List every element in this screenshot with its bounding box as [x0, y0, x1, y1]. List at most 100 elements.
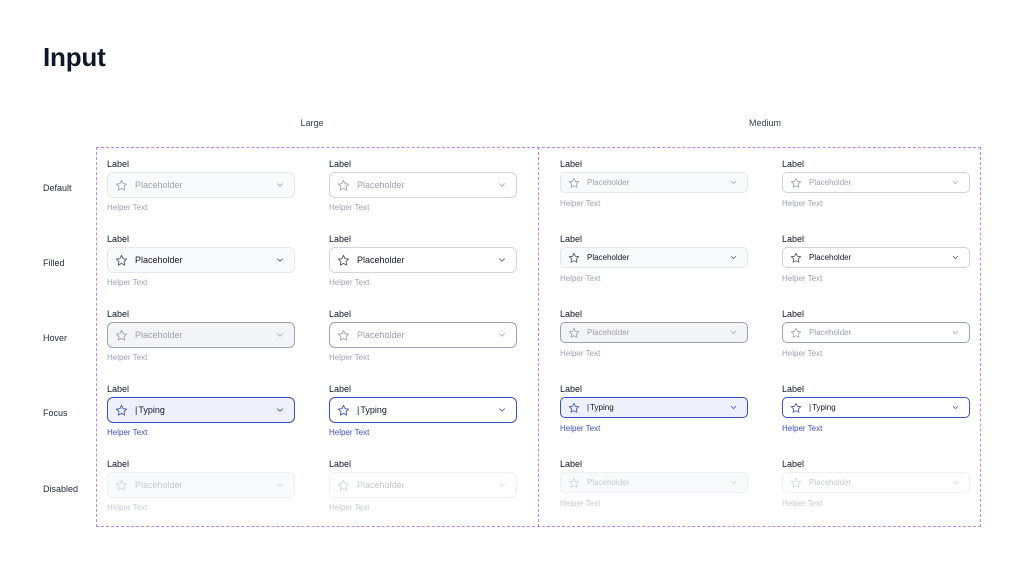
- row-label-disabled: Disabled: [43, 484, 79, 494]
- input-box[interactable]: Placeholder: [782, 322, 970, 343]
- input-box[interactable]: Typing: [782, 397, 970, 418]
- helper-text: Helper Text: [560, 424, 601, 433]
- field-label: Label: [329, 459, 352, 469]
- field-label: Label: [560, 309, 583, 319]
- input-box[interactable]: Placeholder: [560, 322, 748, 343]
- row-label-hover: Hover: [43, 333, 68, 343]
- field-label: Label: [329, 309, 352, 319]
- field-label: Label: [782, 309, 805, 319]
- chevron-down-icon[interactable]: [729, 403, 738, 412]
- chevron-down-icon[interactable]: [497, 405, 507, 415]
- field-label: Label: [560, 459, 583, 469]
- input-box[interactable]: Placeholder: [329, 172, 517, 198]
- chevron-down-icon[interactable]: [951, 403, 960, 412]
- helper-text: Helper Text: [782, 274, 823, 283]
- chevron-down-icon[interactable]: [951, 253, 960, 262]
- row-label-filled: Filled: [43, 258, 65, 268]
- input-value: Placeholder: [587, 478, 630, 487]
- input-box: Placeholder: [782, 472, 970, 493]
- helper-text: Helper Text: [782, 424, 823, 433]
- input-value: Placeholder: [135, 255, 183, 265]
- input-box[interactable]: Typing: [329, 397, 517, 423]
- column-header-large: Large: [300, 118, 324, 128]
- input-value: Typing: [357, 405, 497, 415]
- field-label: Label: [560, 234, 583, 244]
- input-box[interactable]: Typing: [107, 397, 295, 423]
- chevron-down-icon[interactable]: [951, 328, 960, 337]
- star-icon: [115, 179, 128, 191]
- input-box[interactable]: Placeholder: [560, 172, 748, 193]
- helper-text: Helper Text: [782, 499, 823, 508]
- star-icon: [790, 327, 802, 338]
- helper-text: Helper Text: [107, 353, 148, 362]
- star-icon: [790, 177, 802, 188]
- input-box[interactable]: Placeholder: [782, 172, 970, 193]
- input-box[interactable]: Placeholder: [107, 247, 295, 273]
- star-icon: [568, 402, 580, 413]
- page-title: Input: [43, 42, 106, 72]
- input-value: Placeholder: [357, 255, 405, 265]
- chevron-down-icon[interactable]: [497, 330, 507, 340]
- helper-text: Helper Text: [329, 503, 370, 512]
- star-icon: [568, 177, 580, 188]
- input-box[interactable]: Placeholder: [329, 322, 517, 348]
- field-label: Label: [107, 234, 130, 244]
- helper-text: Helper Text: [560, 199, 601, 208]
- input-value: Placeholder: [809, 253, 852, 262]
- star-icon: [337, 404, 350, 416]
- chevron-down-icon: [499, 483, 505, 487]
- field-label: Label: [782, 234, 805, 244]
- star-icon: [568, 327, 580, 338]
- input-box[interactable]: Placeholder: [107, 322, 295, 348]
- field-label: Label: [782, 159, 805, 169]
- input-box[interactable]: Placeholder: [329, 247, 517, 273]
- star-icon: [337, 479, 350, 491]
- helper-text: Helper Text: [329, 428, 370, 437]
- chevron-down-icon: [277, 483, 283, 487]
- star-icon: [568, 252, 580, 263]
- chevron-down-icon: [730, 481, 737, 484]
- chevron-down-icon[interactable]: [729, 328, 738, 337]
- helper-text: Helper Text: [560, 349, 601, 358]
- input-value: Placeholder: [587, 178, 630, 187]
- field-label: Label: [107, 459, 130, 469]
- star-icon: [790, 477, 802, 488]
- helper-text: Helper Text: [560, 499, 601, 508]
- input-value: Placeholder: [809, 328, 852, 337]
- input-value: Placeholder: [357, 480, 405, 490]
- input-box[interactable]: Placeholder: [782, 247, 970, 268]
- input-value: Typing: [135, 405, 275, 415]
- input-box[interactable]: Typing: [560, 397, 748, 418]
- star-icon: [790, 402, 802, 413]
- field-label: Label: [329, 159, 352, 169]
- input-value: Placeholder: [135, 480, 183, 490]
- chevron-down-icon[interactable]: [729, 178, 738, 187]
- chevron-down-icon[interactable]: [951, 178, 960, 187]
- star-icon: [115, 254, 128, 266]
- chevron-down-icon[interactable]: [275, 255, 285, 265]
- chevron-down-icon[interactable]: [275, 405, 285, 415]
- field-label: Label: [782, 384, 805, 394]
- helper-text: Helper Text: [107, 503, 148, 512]
- field-label: Label: [107, 309, 130, 319]
- star-icon: [790, 252, 802, 263]
- chevron-down-icon[interactable]: [497, 180, 507, 190]
- helper-text: Helper Text: [782, 199, 823, 208]
- chevron-down-icon[interactable]: [497, 255, 507, 265]
- chevron-down-icon[interactable]: [275, 330, 285, 340]
- helper-text: Helper Text: [107, 278, 148, 287]
- input-value: Placeholder: [587, 253, 630, 262]
- input-value: Placeholder: [135, 330, 183, 340]
- chevron-down-icon[interactable]: [729, 253, 738, 262]
- input-box[interactable]: Placeholder: [560, 247, 748, 268]
- input-box[interactable]: Placeholder: [107, 172, 295, 198]
- column-header-medium: Medium: [748, 118, 782, 128]
- chevron-down-icon[interactable]: [275, 180, 285, 190]
- input-value: Placeholder: [357, 330, 405, 340]
- helper-text: Helper Text: [107, 428, 148, 437]
- helper-text: Helper Text: [782, 349, 823, 358]
- field-label: Label: [107, 159, 130, 169]
- star-icon: [115, 479, 128, 491]
- chevron-down-icon: [952, 481, 959, 484]
- input-value: Placeholder: [587, 328, 630, 337]
